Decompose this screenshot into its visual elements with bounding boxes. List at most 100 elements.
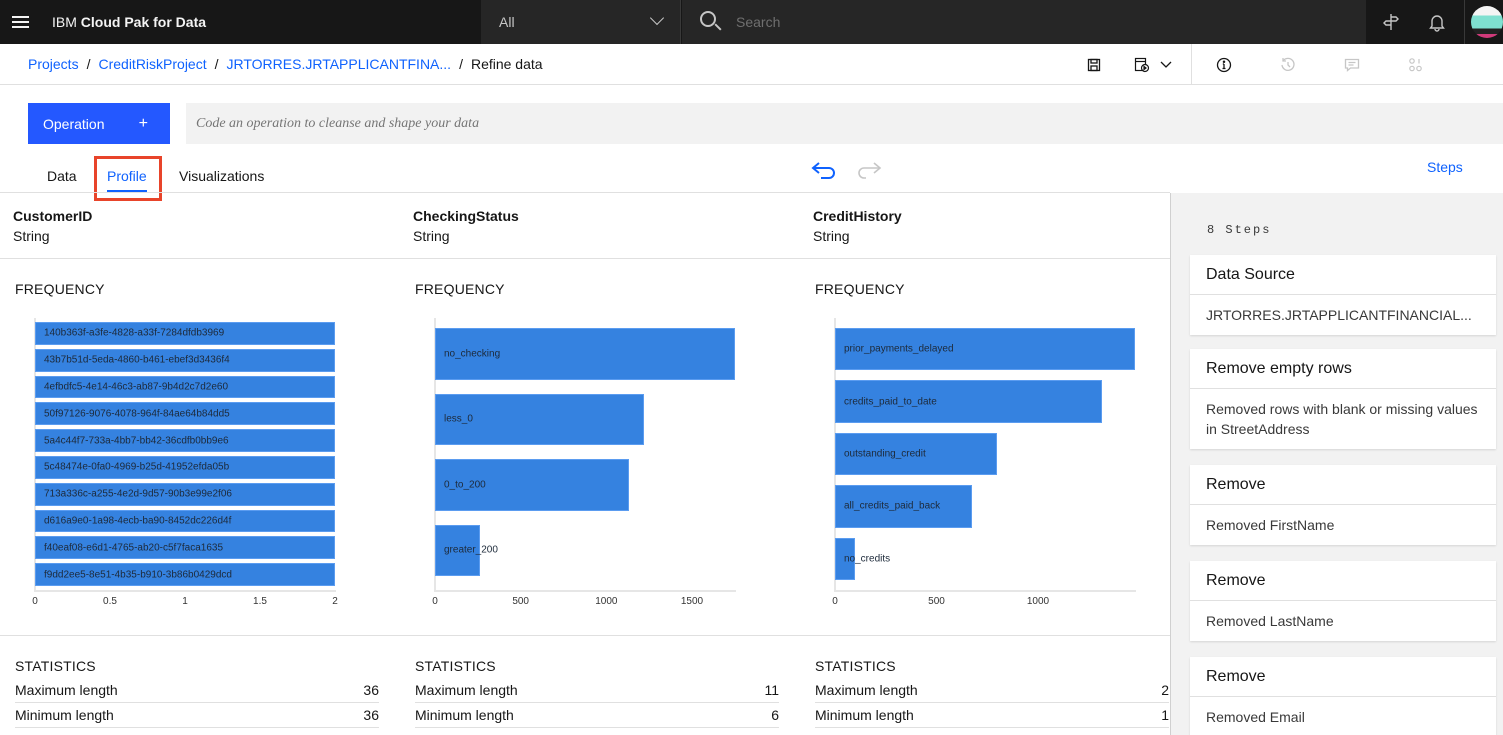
bar[interactable]: less_0 [435,393,645,445]
data-binary-icon[interactable] [1398,44,1434,85]
save-icon[interactable] [1076,44,1112,85]
breadcrumb-separator: / [214,56,219,72]
bar[interactable]: 5a4c44f7-733a-4bb7-bb42-36cdfb0bb9e6 [35,429,335,452]
bar-label: 4efbdfc5-4e14-46c3-ab87-9b4d2c7d2e60 [44,381,229,393]
bar[interactable]: 0_to_200 [435,459,630,511]
breadcrumb-project[interactable]: CreditRiskProject [98,56,206,72]
user-avatar[interactable] [1471,6,1503,38]
x-tick-label: 0 [432,596,438,607]
bar-label: 50f97126-9076-4078-964f-84ae64b84dd5 [44,408,230,420]
bar[interactable]: greater_200 [435,524,498,576]
redo-icon[interactable] [854,158,884,182]
column-header-customerid: CustomerID String [13,208,92,244]
stat-value: 6 [771,707,779,723]
column-name: CustomerID [13,208,93,224]
x-axis [434,590,736,592]
frequency-chart-checkingstatus: no_checking less_0 0_to_200 greater_200 0 500… [432,318,736,607]
step-title: Data Source [1190,255,1496,295]
frequency-label: FREQUENCY [415,281,505,297]
chevron-down-icon[interactable] [1148,44,1184,85]
x-tick-label: 0 [32,596,38,607]
stat-label: Maximum length [15,682,118,698]
bar[interactable]: all_credits_paid_back [835,485,972,528]
stat-label: Maximum length [815,682,918,698]
frequency-chart-credithistory: prior_payments_delayed credits_paid_to_da… [832,318,1136,607]
bar[interactable]: 713a336c-a255-4e2d-9d57-90b3e99e2f06 [35,482,335,506]
x-tick-label: 500 [512,596,529,607]
bar-label: no_credits [844,553,891,565]
bar[interactable]: outstanding_credit [835,432,997,476]
tab-visualizations[interactable]: Visualizations [179,160,264,192]
bar[interactable]: no_checking [435,328,735,380]
stat-label: Minimum length [815,707,914,723]
x-tick-label: 500 [928,596,945,607]
notification-bell-icon[interactable] [1414,0,1460,44]
brand-prefix: IBM [52,14,77,30]
step-description: JRTORRES.JRTAPPLICANTFINANCIAL... [1206,307,1472,323]
step-description: Removed Email [1206,709,1305,725]
bar[interactable]: no_credits [835,537,890,580]
step-description: Removed rows with blank or missing value… [1206,401,1478,437]
bar[interactable]: d616a9e0-1a98-4ecb-ba90-8452dc226d4f [35,509,335,533]
stat-row: Maximum length 36 [15,678,379,703]
bar-label: 140b363f-a3fe-4828-a33f-7284dfdb3969 [44,327,225,339]
divider [0,258,1170,259]
bar-label: 713a336c-a255-4e2d-9d57-90b3e99e2f06 [44,488,232,500]
bar[interactable]: credits_paid_to_date [835,380,1102,423]
column-header-credithistory: CreditHistory String [813,208,902,244]
bar-label: prior_payments_delayed [844,343,954,355]
bar-label: outstanding_credit [844,448,926,460]
product-name[interactable]: IBM Cloud Pak for Data [52,14,206,30]
bar[interactable]: 43b7b51d-5eda-4860-b461-ebef3d3436f4 [35,348,335,372]
steps-toggle-link[interactable]: Steps [1427,159,1463,175]
breadcrumb-asset[interactable]: JRTORRES.JRTAPPLICANTFINA... [227,56,452,72]
step-card[interactable]: Remove Removed Email [1190,657,1496,735]
x-tick-label: 2 [332,596,338,607]
bar[interactable]: 50f97126-9076-4078-964f-84ae64b84dd5 [35,402,335,426]
step-card[interactable]: Remove Removed LastName [1190,561,1496,641]
bar[interactable]: f40eaf08-e6d1-4765-ab20-c5f7faca1635 [35,536,335,560]
operation-button[interactable]: Operation + [28,103,170,144]
x-tick-label: 1.5 [253,596,267,607]
stat-label: Minimum length [15,707,114,723]
bar-label: less_0 [444,413,473,425]
search-input[interactable] [736,14,1336,30]
statistics-label: STATISTICS [415,658,496,674]
step-card[interactable]: Remove empty rows Removed rows with blan… [1190,349,1496,449]
bar-label: d616a9e0-1a98-4ecb-ba90-8452dc226d4f [44,515,232,527]
info-icon[interactable] [1206,44,1242,85]
column-type: String [813,228,850,244]
breadcrumb-current: Refine data [470,56,543,72]
x-axis [34,590,336,592]
menu-icon[interactable] [0,0,40,44]
tab-data[interactable]: Data [47,160,77,192]
bar[interactable]: 140b363f-a3fe-4828-a33f-7284dfdb3969 [35,322,335,345]
step-card[interactable]: Remove Removed FirstName [1190,465,1496,545]
bar[interactable]: f9dd2ee5-8e51-4b35-b910-3b86b0429dcd [35,563,335,586]
steps-panel: 8 Steps Data Source JRTORRES.JRTAPPLICAN… [1171,193,1503,735]
steps-count: 8 Steps [1207,223,1272,237]
chevron-down-icon [649,10,665,26]
search-scope-dropdown[interactable]: All [481,0,681,44]
stat-row: Minimum length 36 [15,703,379,728]
bar-label: no_checking [444,348,501,360]
undo-icon[interactable] [810,158,840,182]
breadcrumb-projects[interactable]: Projects [28,56,79,72]
signpost-icon[interactable] [1368,0,1414,44]
bar[interactable]: 4efbdfc5-4e14-46c3-ab87-9b4d2c7d2e60 [35,375,335,399]
frequency-label: FREQUENCY [815,281,905,297]
code-operation-input[interactable] [186,103,1503,144]
comment-icon[interactable] [1334,44,1370,85]
x-tick-label: 0 [832,596,838,607]
annotation-highlight-box [94,156,162,201]
column-type: String [413,228,450,244]
step-card[interactable]: Data Source JRTORRES.JRTAPPLICANTFINANCI… [1190,255,1496,335]
bar[interactable]: 5c48474e-0fa0-4969-b25d-41952efda05b [35,456,335,479]
history-icon[interactable] [1270,44,1306,85]
stat-label: Minimum length [415,707,514,723]
bar-label: 5a4c44f7-733a-4bb7-bb42-36cdfb0bb9e6 [44,435,229,447]
global-search [682,0,1366,44]
bar-label: 43b7b51d-5eda-4860-b461-ebef3d3436f4 [44,354,230,366]
stat-row: Maximum length 11 [415,678,779,703]
bar[interactable]: prior_payments_delayed [835,328,1135,371]
